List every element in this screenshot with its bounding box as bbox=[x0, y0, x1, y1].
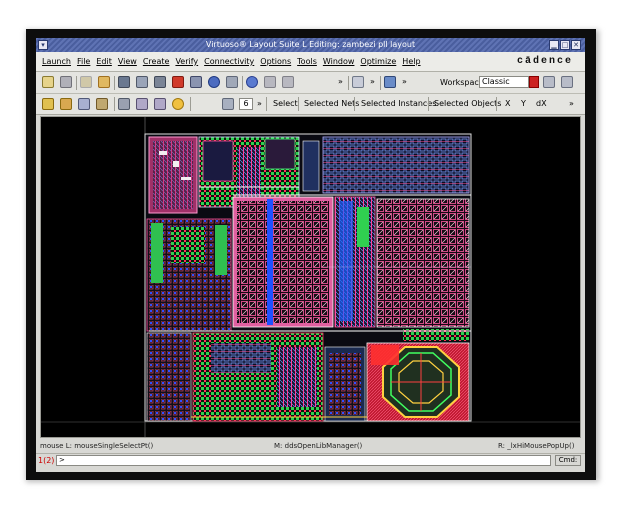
select-icon[interactable] bbox=[42, 98, 54, 110]
cadence-logo: cādence bbox=[516, 56, 573, 67]
info-icon[interactable] bbox=[208, 76, 220, 88]
zoom-in-icon[interactable] bbox=[282, 76, 294, 88]
maximize-icon[interactable]: □ bbox=[560, 40, 570, 50]
title-bar[interactable]: ▾ Virtuoso® Layout Suite L Editing: zamb… bbox=[36, 38, 585, 52]
toolbar2-overflow-1[interactable]: » bbox=[257, 94, 262, 114]
command-label: Cmd: bbox=[555, 455, 581, 466]
delete-icon[interactable] bbox=[172, 76, 184, 88]
selected-nets-button[interactable]: Selected Nets bbox=[304, 94, 359, 114]
zoom-fit-icon[interactable] bbox=[264, 76, 276, 88]
command-counter: 1(2) bbox=[38, 456, 55, 465]
mouse-middle-binding: M: ddsOpenLibManager() bbox=[274, 442, 363, 450]
redo-icon[interactable] bbox=[98, 76, 110, 88]
main-toolbar: » » » Workspace: Classic bbox=[36, 72, 585, 94]
menu-view[interactable]: View bbox=[118, 52, 137, 71]
toolbar2-overflow-2[interactable]: » bbox=[569, 94, 574, 114]
selection-toolbar: 6 » Select Selected Nets Selected Instan… bbox=[36, 94, 585, 115]
virtuoso-window: ▾ Virtuoso® Layout Suite L Editing: zamb… bbox=[36, 38, 585, 472]
y-coordinate-label: Y bbox=[521, 99, 526, 108]
probe-icon[interactable] bbox=[96, 98, 108, 110]
selected-instances-button[interactable]: Selected Instances bbox=[361, 94, 436, 114]
properties-icon[interactable] bbox=[190, 76, 202, 88]
via-icon[interactable] bbox=[136, 98, 148, 110]
search-icon[interactable] bbox=[352, 76, 364, 88]
path-icon[interactable] bbox=[154, 98, 166, 110]
hierarchy-icon[interactable] bbox=[226, 76, 238, 88]
menu-create[interactable]: Create bbox=[143, 52, 170, 71]
workspace-select[interactable]: Classic bbox=[479, 76, 529, 88]
minimize-icon[interactable]: ▁ bbox=[549, 40, 559, 50]
toolbar1-overflow-2[interactable]: » bbox=[370, 72, 375, 92]
menu-launch[interactable]: Launch bbox=[42, 52, 71, 71]
pointer-icon[interactable] bbox=[60, 98, 72, 110]
mouse-binding-status: mouse L: mouseSingleSelectPt() M: ddsOpe… bbox=[36, 440, 585, 452]
workspace-dropdown-icon[interactable] bbox=[529, 76, 539, 88]
x-coordinate-label: X bbox=[505, 99, 511, 108]
toolbar1-overflow-1[interactable]: » bbox=[338, 72, 343, 92]
command-line: 1(2) > Cmd: bbox=[36, 453, 585, 468]
menu-bar: Launch File Edit View Create Verify Conn… bbox=[36, 52, 585, 72]
workspace-save-icon[interactable] bbox=[543, 76, 555, 88]
window-title: Virtuoso® Layout Suite L Editing: zambez… bbox=[205, 40, 416, 49]
dx-coordinate-label: dX bbox=[536, 99, 547, 108]
select-button[interactable]: Select bbox=[273, 94, 298, 114]
chip-layout-drawing bbox=[41, 117, 580, 437]
menu-file[interactable]: File bbox=[77, 52, 90, 71]
selected-objects-button[interactable]: Selected Objects bbox=[434, 94, 501, 114]
menu-optimize[interactable]: Optimize bbox=[360, 52, 396, 71]
command-input[interactable]: > bbox=[56, 455, 551, 466]
menu-tools[interactable]: Tools bbox=[297, 52, 317, 71]
display-level-stepper[interactable]: 6 bbox=[239, 98, 253, 110]
layer-icon[interactable] bbox=[78, 98, 90, 110]
ruler-icon[interactable] bbox=[118, 98, 130, 110]
display-stop-level-icon bbox=[222, 98, 234, 110]
stretch-icon[interactable] bbox=[154, 76, 166, 88]
save-icon[interactable] bbox=[60, 76, 72, 88]
mouse-right-binding: R: _lxHiMousePopUp() bbox=[498, 442, 575, 450]
net-tracer-icon[interactable] bbox=[384, 76, 396, 88]
workspace-load-icon[interactable] bbox=[561, 76, 573, 88]
open-folder-icon[interactable] bbox=[42, 76, 54, 88]
copy-icon[interactable] bbox=[136, 76, 148, 88]
toolbar1-overflow-3[interactable]: » bbox=[402, 72, 407, 92]
lightbulb-icon[interactable] bbox=[172, 98, 184, 110]
mouse-left-binding: mouse L: mouseSingleSelectPt() bbox=[40, 442, 154, 450]
close-icon[interactable]: ✕ bbox=[571, 40, 581, 50]
menu-connectivity[interactable]: Connectivity bbox=[204, 52, 254, 71]
undo-icon[interactable] bbox=[80, 76, 92, 88]
menu-options[interactable]: Options bbox=[260, 52, 291, 71]
menu-verify[interactable]: Verify bbox=[175, 52, 198, 71]
menu-window[interactable]: Window bbox=[323, 52, 355, 71]
menu-help[interactable]: Help bbox=[402, 52, 420, 71]
move-icon[interactable] bbox=[118, 76, 130, 88]
layout-canvas[interactable] bbox=[40, 116, 581, 438]
menu-edit[interactable]: Edit bbox=[96, 52, 112, 71]
refresh-icon[interactable] bbox=[246, 76, 258, 88]
